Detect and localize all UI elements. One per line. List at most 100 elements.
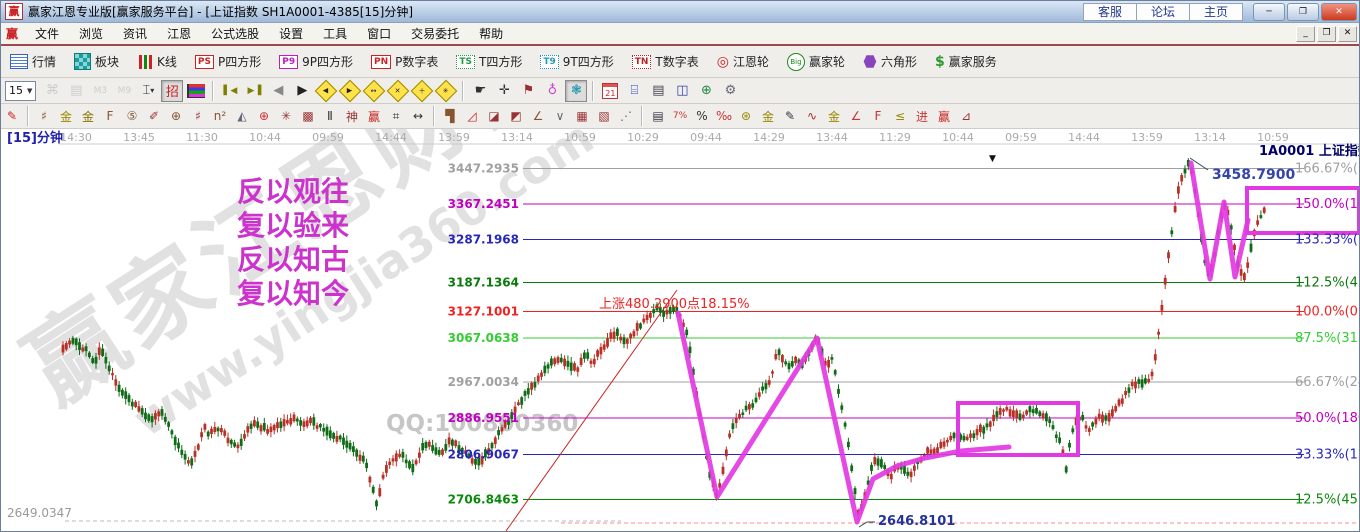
gold-line-tool[interactable]: 金 [757, 106, 779, 126]
mirror-angle-tool[interactable]: ◭ [231, 106, 253, 126]
hand-tool-icon[interactable]: ☛ [469, 80, 491, 102]
gann-circle-tool[interactable]: ⊕ [253, 106, 275, 126]
chart-area[interactable]: 赢家江恩财富网 www.yingjia360.com QQ:100800360 … [1, 129, 1360, 532]
span-measure-tool[interactable]: ↔ [407, 106, 429, 126]
menu-item-江恩[interactable]: 江恩 [158, 23, 200, 44]
mdi-close-button[interactable]: ✕ [1338, 26, 1357, 42]
p-number-button[interactable]: PNP数字表 [362, 50, 447, 74]
gann-wheel-button[interactable]: ◎江恩轮 [708, 50, 778, 74]
9p-square-button[interactable]: P99P四方形 [270, 50, 362, 74]
angle-lines-tool[interactable]: ∠ [527, 106, 549, 126]
candle-type-dropdown[interactable]: ⌶▾ [137, 80, 159, 102]
permille-tool[interactable]: ‰ [713, 106, 735, 126]
seven-percent-tool[interactable]: 7% [669, 106, 691, 126]
menu-item-文件[interactable]: 文件 [26, 23, 68, 44]
n-square-tool[interactable]: n² [209, 106, 231, 126]
gold-grid-a-tool[interactable]: 金 [55, 106, 77, 126]
restore-button[interactable]: ❐ [1287, 3, 1319, 21]
dark-pen-tool[interactable]: ✎ [779, 106, 801, 126]
pattern-shape-icon[interactable]: ❃ [565, 80, 587, 102]
abacus-count-tool[interactable]: ⌗ [385, 106, 407, 126]
titlebar-link-主页[interactable]: 主页 [1189, 3, 1243, 21]
menu-item-资讯[interactable]: 资讯 [114, 23, 156, 44]
menu-item-工具[interactable]: 工具 [314, 23, 356, 44]
calendar-icon[interactable]: 21 [599, 80, 621, 102]
min3-chart-icon[interactable]: M3 [89, 80, 111, 102]
selection-tool-icon[interactable]: 招 [161, 80, 183, 102]
titlebar-link-客服[interactable]: 客服 [1083, 3, 1136, 21]
trade-terminal-icon[interactable]: ⚙ [719, 80, 741, 102]
gold-grid-b-tool[interactable]: 金 [77, 106, 99, 126]
f-grid-tool[interactable]: F [99, 106, 121, 126]
levels-tool[interactable]: ▤ [647, 106, 669, 126]
circle-grid-tool[interactable]: ⊕ [165, 106, 187, 126]
title-bar[interactable]: 赢 赢家江恩专业版[赢家服务平台] - [上证指数 SH1A0001-4385[… [1, 1, 1360, 23]
period-select[interactable]: 15▼ [5, 81, 36, 101]
next-page-button[interactable]: ▶ [291, 80, 313, 102]
calculator-icon[interactable]: ⌸ [623, 80, 645, 102]
link-window-icon[interactable]: ⌘ [41, 80, 63, 102]
star-web-tool[interactable]: ✳ [275, 106, 297, 126]
last-page-button[interactable]: ▶▐ [243, 80, 265, 102]
sectors-button[interactable]: 板块 [65, 50, 128, 74]
hexagon-button[interactable]: 六角形 [854, 50, 926, 74]
magenta-shape-icon[interactable]: ♁ [541, 80, 563, 102]
mdi-minimize-button[interactable]: _ [1296, 26, 1315, 42]
wave-tool[interactable]: ∿ [801, 106, 823, 126]
marker-flag-icon[interactable]: ⚑ [517, 80, 539, 102]
menu-item-窗口[interactable]: 窗口 [358, 23, 400, 44]
close-button[interactable]: ✕ [1321, 3, 1357, 21]
kline-button[interactable]: K线 [128, 50, 186, 74]
colored-bars-icon[interactable] [185, 80, 207, 102]
parallel-lines-tool[interactable]: ⋰ [615, 106, 637, 126]
box-diag-tool[interactable]: ▧ [593, 106, 615, 126]
diamond-stretch-button[interactable]: ↔ [363, 79, 386, 102]
first-page-button[interactable]: ▌◀ [219, 80, 241, 102]
ying-angle-tool[interactable]: 赢 [933, 106, 955, 126]
save-icon[interactable]: ◫ [671, 80, 693, 102]
v-line-tool[interactable]: ∨ [549, 106, 571, 126]
roman-count-tool[interactable]: Ⅱ [319, 106, 341, 126]
menu-item-设置[interactable]: 设置 [270, 23, 312, 44]
candlestick-chart[interactable]: 14:3013:4511:3010:4409:5914:4413:5913:14… [1, 129, 1360, 532]
prev-page-button[interactable]: ◀ [267, 80, 289, 102]
gold-angle-tool[interactable]: 金 [823, 106, 845, 126]
dense-grid-tool[interactable]: ♯ [187, 106, 209, 126]
fan-fill-tool[interactable]: ◪ [483, 106, 505, 126]
percent-tool[interactable]: % [691, 106, 713, 126]
ying-grid-tool[interactable]: 赢 [363, 106, 385, 126]
mdi-restore-button[interactable]: ❐ [1317, 26, 1336, 42]
five-spiral-tool[interactable]: ⑤ [121, 106, 143, 126]
9t-square-button[interactable]: T99T四方形 [531, 50, 622, 74]
menu-item-帮助[interactable]: 帮助 [470, 23, 512, 44]
spider-grid-tool[interactable]: ▩ [297, 106, 319, 126]
brush-tool[interactable]: ✐ [143, 106, 165, 126]
p-square-button[interactable]: PSP四方形 [186, 50, 270, 74]
t-number-button[interactable]: TNT数字表 [623, 50, 708, 74]
grid-small-tool[interactable]: ♯ [33, 106, 55, 126]
diamond-shrink-left-button[interactable]: ◀ [315, 79, 338, 102]
fan-up-tool[interactable]: ◿ [461, 106, 483, 126]
gold-rays-tool[interactable]: ≤ [889, 106, 911, 126]
menu-item-交易委托[interactable]: 交易委托 [402, 23, 468, 44]
delta-angle-tool[interactable]: ⊿ [955, 106, 977, 126]
red-angle-tool[interactable]: ∠ [845, 106, 867, 126]
menu-item-公式选股[interactable]: 公式选股 [202, 23, 268, 44]
winner-service-button[interactable]: $赢家服务 [926, 50, 1006, 74]
report-icon[interactable]: ▤ [65, 80, 87, 102]
square-fill-tool[interactable]: ◩ [505, 106, 527, 126]
f-angle-tool[interactable]: F [867, 106, 889, 126]
t-square-button[interactable]: TST四方形 [447, 50, 531, 74]
network-icon[interactable]: ⊕ [695, 80, 717, 102]
diamond-close-button[interactable]: ✕ [387, 79, 410, 102]
titlebar-link-论坛[interactable]: 论坛 [1136, 3, 1189, 21]
box-grid-tool[interactable]: ▦ [571, 106, 593, 126]
diamond-add-button[interactable]: ＋ [411, 79, 434, 102]
menu-item-浏览[interactable]: 浏览 [70, 23, 112, 44]
shen-grid-tool[interactable]: 神 [341, 106, 363, 126]
winner-wheel-button[interactable]: Big赢家轮 [778, 50, 854, 74]
minimize-button[interactable]: ─ [1253, 3, 1285, 21]
quotes-button[interactable]: 行情 [1, 50, 65, 74]
gold-circle-tool[interactable]: ⊛ [735, 106, 757, 126]
notepad-icon[interactable]: ▤ [647, 80, 669, 102]
